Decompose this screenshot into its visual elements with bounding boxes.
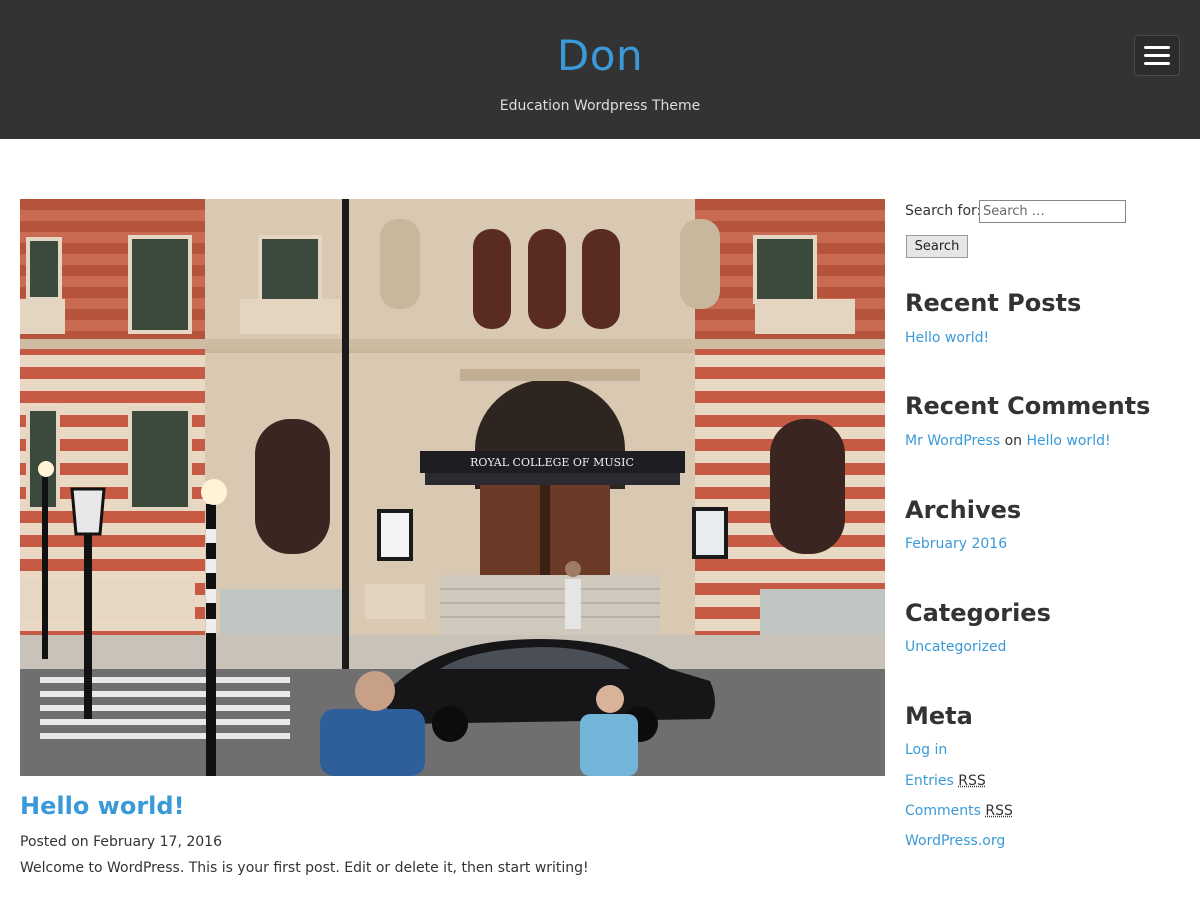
categories-heading: Categories [905,599,1051,627]
recent-comment-item: Mr WordPress on Hello world! [905,431,1111,451]
canopy-sign-text: ROYAL COLLEGE OF MUSIC [470,456,634,469]
recent-posts-heading: Recent Posts [905,289,1082,317]
search-label: Search for: [905,203,982,219]
hamburger-menu-button[interactable] [1134,35,1180,76]
wordpress-org-link[interactable]: WordPress.org [905,833,1005,849]
post-title-link[interactable]: Hello world! [20,790,185,822]
featured-image-scene: ROYAL COLLEGE OF MUSIC [20,199,885,776]
meta-item: Comments RSS [905,801,1013,821]
post-meta-prefix: Posted on [20,834,89,850]
category-item: Uncategorized [905,637,1006,657]
category-link[interactable]: Uncategorized [905,639,1006,655]
search-button[interactable]: Search [906,235,968,258]
meta-item: Log in [905,740,947,760]
archive-item: February 2016 [905,534,1007,554]
comments-rss-label: Comments [905,803,981,819]
post-meta: Posted on February 17, 2016 [20,832,222,852]
hamburger-icon-bar [1144,62,1170,65]
entries-rss-label: Entries [905,773,954,789]
post-date-link[interactable]: February 17, 2016 [93,834,222,850]
login-link[interactable]: Log in [905,742,947,758]
meta-heading: Meta [905,702,973,730]
site-header: Don Education Wordpress Theme [0,0,1200,139]
comment-post-link[interactable]: Hello world! [1026,433,1110,449]
post-excerpt: Welcome to WordPress. This is your first… [20,860,589,876]
recent-post-link[interactable]: Hello world! [905,330,989,346]
entries-rss-link[interactable]: Entries RSS [905,773,986,789]
recent-comments-heading: Recent Comments [905,392,1151,420]
comments-rss-link[interactable]: Comments RSS [905,803,1013,819]
recent-post-item: Hello world! [905,328,989,348]
comment-author-link[interactable]: Mr WordPress [905,433,1000,449]
hamburger-icon [1144,46,1170,49]
meta-item: WordPress.org [905,831,1005,851]
archives-heading: Archives [905,496,1022,524]
rss-abbr: RSS [958,773,986,789]
hamburger-icon-bar [1144,54,1170,57]
archive-link[interactable]: February 2016 [905,536,1007,552]
featured-image[interactable]: ROYAL COLLEGE OF MUSIC [20,199,885,776]
comment-connector: on [1004,433,1023,449]
rss-abbr: RSS [985,803,1013,819]
search-input[interactable] [979,200,1126,223]
site-title[interactable]: Don [0,30,1200,82]
meta-item: Entries RSS [905,771,986,791]
site-tagline: Education Wordpress Theme [499,98,701,114]
